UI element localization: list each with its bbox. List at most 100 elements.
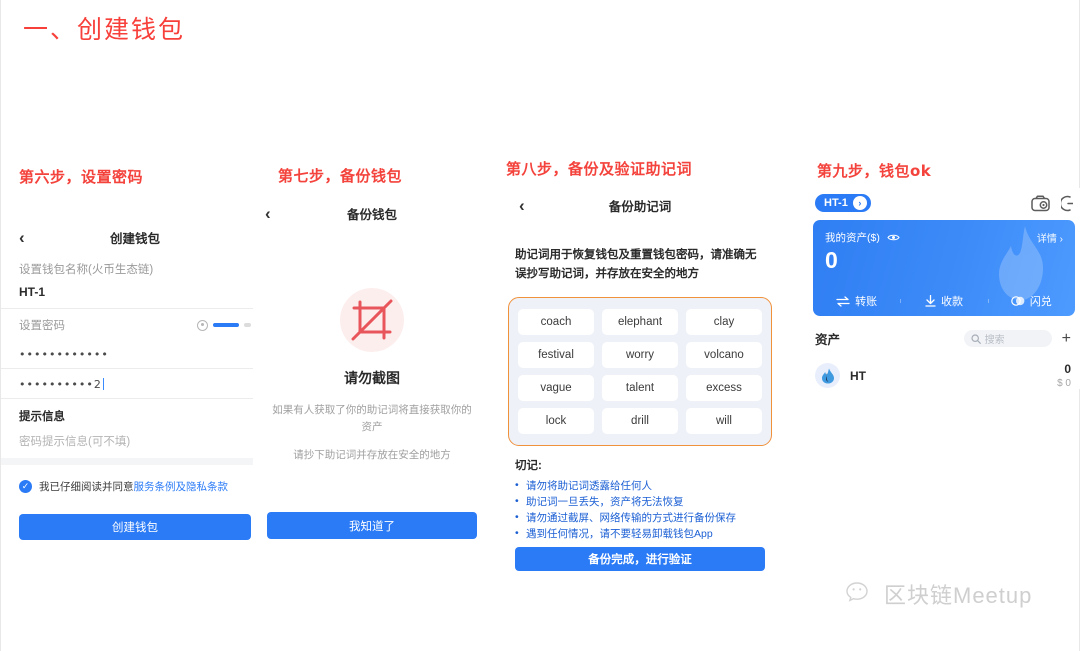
transfer-button[interactable]: 转账: [813, 293, 900, 309]
mnemonic-word: festival: [518, 342, 594, 368]
receive-button[interactable]: 收款: [900, 293, 987, 309]
verify-backup-button[interactable]: 备份完成，进行验证: [515, 547, 765, 571]
asset-actions: 转账 收款 闪兑: [813, 286, 1075, 316]
hint-label: 提示信息: [19, 411, 65, 423]
mnemonic-word: vague: [518, 375, 594, 401]
backup-wallet-header: ‹ 备份钱包: [253, 198, 491, 228]
acknowledge-button[interactable]: 我知道了: [267, 512, 477, 539]
agreement-text: 我已仔细阅读并同意服务条例及隐私条款: [39, 479, 228, 494]
strength-bar-filled: [213, 323, 239, 327]
backup-warning-text: 如果有人获取了你的助记词将直接获取你的资产: [272, 404, 472, 433]
password-label: 设置密码: [19, 320, 65, 332]
mnemonic-description: 助记词用于恢复钱包及重置钱包密码，请准确无误抄写助记词，并存放在安全的地方: [515, 249, 757, 280]
screen-create-wallet: ‹ 创建钱包 设置钱包名称(火币生态链) HT-1 设置密码 •••••••••…: [1, 222, 269, 540]
note-item: 请勿通过截屏、网络传输的方式进行备份保存: [515, 509, 765, 526]
my-asset-label-group: 我的资产($): [825, 230, 900, 245]
asset-identity: HT: [815, 363, 866, 388]
transfer-label: 转账: [855, 296, 878, 308]
mnemonic-word: lock: [518, 408, 594, 434]
terms-link[interactable]: 服务条例: [134, 481, 176, 493]
asset-list-item-ht[interactable]: HT 0 $ 0: [807, 348, 1080, 389]
total-asset-card: 我的资产($) 详情 › 0 转账 收款 闪兑: [813, 220, 1075, 316]
wallet-name-input[interactable]: HT-1: [1, 280, 269, 308]
receive-icon: [925, 295, 936, 307]
swap-button[interactable]: 闪兑: [987, 293, 1075, 309]
password-row: 设置密码: [1, 309, 269, 339]
asset-fiat-value: $ 0: [1057, 378, 1071, 389]
no-screenshot-icon: [340, 288, 404, 352]
wallet-name-label: 设置钱包名称(火币生态链): [19, 264, 154, 276]
password-confirm-text: ••••••••••2: [19, 378, 102, 391]
add-token-icon[interactable]: +: [1062, 330, 1071, 347]
notes-list: 请勿将助记词透露给任何人 助记词一旦丢失，资产将无法恢复 请勿通过截屏、网络传输…: [501, 477, 779, 542]
wallet-selector-chip[interactable]: HT-1 ›: [815, 194, 871, 212]
text-cursor: [102, 378, 105, 390]
watermark-text: 区块链Meetup: [884, 583, 1033, 608]
mnemonic-word: will: [686, 408, 762, 434]
crop-icon: [351, 299, 393, 341]
password-input[interactable]: ••••••••••••: [1, 339, 269, 368]
password-strength-indicator: [197, 319, 251, 331]
flame-icon: [821, 368, 834, 383]
slide-page: 一、创建钱包 第六步，设置密码 第七步，备份钱包 第八步，备份及验证助记词 第九…: [0, 0, 1080, 651]
asset-amount: 0: [1064, 362, 1071, 376]
create-wallet-header: ‹ 创建钱包: [1, 222, 269, 252]
chevron-right-icon: ›: [852, 196, 867, 210]
asset-detail-link[interactable]: 详情 ›: [1037, 230, 1063, 245]
note-item: 助记词一旦丢失，资产将无法恢复: [515, 493, 765, 510]
wallet-home-header: HT-1 ›: [807, 188, 1080, 220]
mnemonic-word: talent: [602, 375, 678, 401]
detail-label: 详情: [1036, 234, 1057, 245]
hint-input[interactable]: 密码提示信息(可不填): [1, 427, 269, 458]
wallet-chip-label: HT-1: [824, 197, 848, 209]
mnemonic-word-grid: coach elephant clay festival worry volca…: [508, 297, 772, 446]
note-item: 请勿将助记词透露给任何人: [515, 477, 765, 494]
screen-title: 创建钱包: [109, 231, 160, 246]
assets-section-header: 资产 搜索 +: [807, 316, 1080, 348]
search-placeholder: 搜索: [984, 335, 1005, 346]
no-screenshot-illustration: [253, 288, 491, 352]
screen-title: 备份助记词: [608, 199, 672, 214]
scan-camera-icon[interactable]: [1031, 194, 1051, 212]
section-gap: [1, 458, 269, 465]
chevron-right-icon: ›: [1059, 234, 1063, 245]
swap-icon: [1011, 296, 1025, 306]
step-label-seven: 第七步，备份钱包: [278, 167, 403, 185]
notification-icon[interactable]: [1061, 195, 1073, 212]
step-label-nine: 第九步，钱包ok: [817, 162, 932, 180]
backup-advice-text: 请抄下助记词并存放在安全的地方: [293, 449, 451, 461]
swap-label: 闪兑: [1029, 296, 1052, 308]
asset-values: 0 $ 0: [1057, 362, 1071, 389]
agreement-prefix: 我已仔细阅读并同意: [39, 481, 134, 493]
screen-wallet-home: HT-1 › 我的资产($) 详情 › 0 转账 收款 闪兑 资产 搜索 + H…: [807, 188, 1080, 389]
checkbox-checked-icon[interactable]: ✓: [19, 480, 32, 493]
create-wallet-button[interactable]: 创建钱包: [19, 514, 251, 540]
step-label-eight: 第八步，备份及验证助记词: [506, 160, 693, 178]
strength-bar-empty: [244, 323, 251, 327]
eye-icon[interactable]: [887, 233, 900, 242]
transfer-icon: [836, 295, 850, 307]
mnemonic-word: worry: [602, 342, 678, 368]
eye-icon[interactable]: [197, 319, 208, 331]
my-asset-label: 我的资产($): [825, 232, 880, 244]
mnemonic-word: clay: [686, 309, 762, 335]
notes-title: 切记:: [515, 460, 542, 472]
privacy-link[interactable]: 隐私条款: [186, 481, 228, 493]
wechat-icon: [846, 582, 868, 602]
header-icons: [1031, 194, 1073, 212]
search-input[interactable]: 搜索: [963, 330, 1052, 347]
screen-backup-wallet: ‹ 备份钱包 请勿截图 如果有人获取了你的助记词将直接获取你的资产 请抄下助记词…: [253, 198, 491, 539]
screen-title: 备份钱包: [346, 207, 397, 222]
agreement-mid: 及: [175, 481, 187, 493]
mnemonic-header: ‹ 备份助记词: [501, 190, 779, 220]
search-icon: [971, 333, 981, 344]
note-item: 遇到任何情况，请不要轻易卸载钱包App: [515, 525, 765, 542]
assets-title: 资产: [815, 333, 841, 347]
mnemonic-word: drill: [602, 408, 678, 434]
no-screenshot-headline: 请勿截图: [344, 370, 400, 386]
password-confirm-input[interactable]: ••••••••••2: [1, 369, 269, 398]
mnemonic-word: volcano: [686, 342, 762, 368]
agreement-row[interactable]: ✓ 我已仔细阅读并同意服务条例及隐私条款: [1, 465, 269, 494]
mnemonic-word: elephant: [602, 309, 678, 335]
ht-coin-icon: [815, 363, 840, 388]
